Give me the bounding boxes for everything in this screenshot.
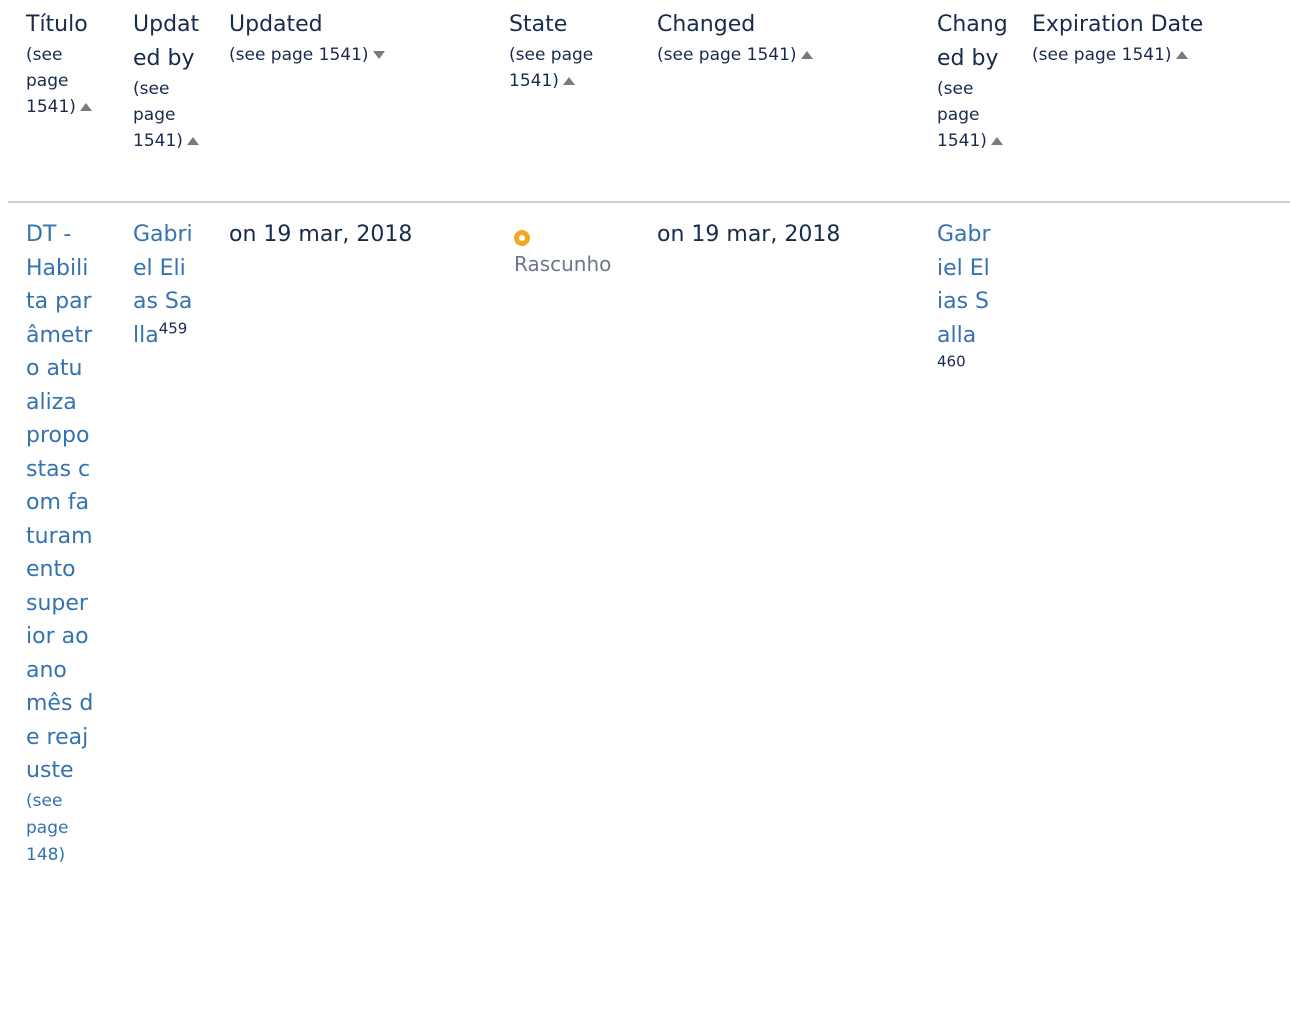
cell-title: DT - Habilita parâmetro atualiza propost… [26,218,94,869]
cell-updated: on 19 mar, 2018 [229,218,499,252]
sort-up-icon[interactable] [1175,51,1188,59]
header-changed-note: (see page 1541) [657,45,797,65]
page-history-table: Título (see page 1541) Updated by (see p… [0,0,1290,1012]
page-title-link[interactable]: DT - Habilita parâmetro atualiza propost… [26,222,93,783]
sort-up-icon[interactable] [990,137,1003,145]
changed-by-footnote: 460 [937,352,966,371]
state-draft-icon [514,230,530,246]
sort-down-icon[interactable] [372,51,385,59]
header-updated-by-note: (see page 1541) [133,79,183,151]
changed-date: on 19 mar, 2018 [657,222,841,247]
sort-up-icon[interactable] [800,51,813,59]
header-updated[interactable]: Updated (see page 1541) [229,8,499,68]
state-label: Rascunho [514,252,612,276]
cell-changed-by: Gabriel Elias Salla 460 [937,218,993,386]
header-titulo[interactable]: Título (see page 1541) [26,8,106,120]
header-titulo-label: Título [26,12,88,37]
page-ref-note[interactable]: (see page 148) [26,788,94,869]
header-updated-note: (see page 1541) [229,45,369,65]
updated-by-footnote: 459 [158,319,188,338]
header-changed-by[interactable]: Changed by (see page 1541) [937,8,1015,154]
header-changed-label: Changed [657,12,756,37]
header-state-note: (see page 1541) [509,45,594,91]
sort-up-icon[interactable] [562,77,575,85]
header-expiration-date[interactable]: Expiration Date (see page 1541) [1032,8,1282,68]
header-changed-by-note: (see page 1541) [937,79,987,151]
cell-updated-by: Gabriel Elias Salla459 [133,218,195,352]
header-changed-by-label: Changed by [937,12,1008,71]
header-titulo-note: (see page 1541) [26,45,76,117]
updated-date: on 19 mar, 2018 [229,222,413,247]
cell-changed: on 19 mar, 2018 [657,218,927,252]
header-state[interactable]: State (see page 1541) [509,8,644,94]
header-updated-by-label: Updated by [133,12,200,71]
header-updated-label: Updated [229,12,323,37]
sort-up-icon[interactable] [186,137,199,145]
header-expiration-date-note: (see page 1541) [1032,45,1172,65]
sort-up-icon[interactable] [79,103,92,111]
header-expiration-date-label: Expiration Date [1032,12,1204,37]
header-changed[interactable]: Changed (see page 1541) [657,8,927,68]
header-state-label: State [509,12,568,37]
changed-by-user-link[interactable]: Gabriel Elias Salla [937,222,991,348]
header-updated-by[interactable]: Updated by (see page 1541) [133,8,208,154]
header-divider [8,201,1290,203]
